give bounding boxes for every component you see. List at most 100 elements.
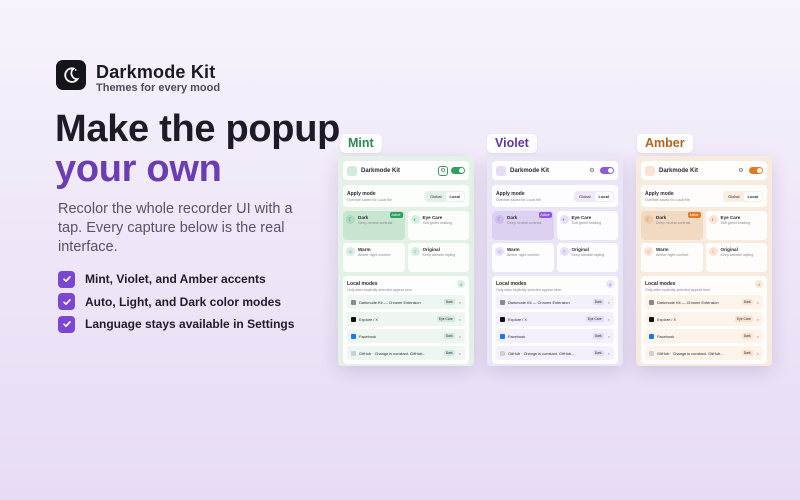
mode-name: Original bbox=[571, 247, 589, 252]
mode-name: Dark bbox=[507, 215, 518, 220]
remove-site-icon[interactable]: × bbox=[608, 351, 610, 356]
site-row[interactable]: GitHub · Change is constant. GitHub... Da… bbox=[347, 346, 465, 360]
headline-line-2: your own bbox=[55, 148, 222, 190]
apply-mode-title: Apply mode bbox=[347, 190, 376, 197]
site-mode-badge[interactable]: Dark bbox=[443, 350, 455, 356]
mode-tile-eye-care[interactable]: ◐ Eye Care Soft green reading bbox=[407, 211, 469, 240]
gear-icon[interactable]: ⚙ bbox=[736, 166, 746, 176]
mode-description: Soft green reading bbox=[571, 221, 602, 225]
popup-preview-amber: Darkmode Kit ⚙ Apply mode Override saved… bbox=[636, 156, 772, 366]
scope-segmented-control[interactable]: Global Local bbox=[573, 190, 614, 202]
mode-tile-eye-care[interactable]: ◐ Eye Care Soft green reading bbox=[705, 211, 767, 240]
mode-icon: ☼ bbox=[644, 247, 653, 256]
apply-mode-row: Apply mode Override saved for Local file… bbox=[641, 185, 767, 207]
site-row[interactable]: Facebook Dark × bbox=[496, 329, 614, 343]
site-row[interactable]: Darkmode Kit — Chrome Extension Dark × bbox=[496, 295, 614, 309]
site-mode-badge[interactable]: Dark bbox=[592, 350, 604, 356]
mode-tile-original[interactable]: ○ Original Keep website styling bbox=[556, 243, 618, 272]
site-mode-badge[interactable]: Dark bbox=[443, 299, 455, 305]
popup-preview-mint: Darkmode Kit ⚙ Apply mode Override saved… bbox=[338, 156, 474, 366]
mode-name: Warm bbox=[507, 247, 520, 252]
power-toggle[interactable] bbox=[600, 167, 614, 174]
scope-segmented-control[interactable]: Global Local bbox=[424, 190, 465, 202]
segment-global[interactable]: Global bbox=[724, 192, 744, 201]
feature-text: Language stays available in Settings bbox=[85, 317, 295, 332]
site-row[interactable]: Facebook Dark × bbox=[347, 329, 465, 343]
mode-tile-dark[interactable]: ☾ Dark Deep neutral contrast Active bbox=[343, 211, 405, 240]
segment-global[interactable]: Global bbox=[575, 192, 595, 201]
site-name: Facebook bbox=[508, 333, 526, 339]
site-mode-badge[interactable]: Dark bbox=[741, 350, 753, 356]
site-row[interactable]: Explore / X Eye Care × bbox=[496, 312, 614, 326]
gear-icon[interactable]: ⚙ bbox=[438, 165, 448, 176]
site-row[interactable]: Facebook Dark × bbox=[645, 329, 763, 343]
site-mode-badge[interactable]: Dark bbox=[741, 299, 753, 305]
remove-site-icon[interactable]: × bbox=[608, 300, 610, 305]
segment-local[interactable]: Local bbox=[594, 191, 613, 201]
site-row[interactable]: GitHub · Change is constant. GitHub... Da… bbox=[645, 346, 763, 360]
mode-icon: ○ bbox=[559, 247, 569, 256]
mode-tile-original[interactable]: ○ Original Keep website styling bbox=[407, 243, 469, 272]
feature-item: Auto, Light, and Dark color modes bbox=[58, 291, 294, 314]
remove-site-icon[interactable]: × bbox=[757, 334, 759, 339]
site-mode-badge[interactable]: Dark bbox=[592, 333, 604, 339]
mode-description: Deep neutral contrast bbox=[507, 221, 542, 225]
site-row[interactable]: Darkmode Kit — Chrome Extension Dark × bbox=[645, 295, 763, 309]
local-modes-title: Local modes bbox=[347, 281, 378, 287]
site-favicon-icon bbox=[500, 333, 505, 339]
power-toggle[interactable] bbox=[451, 167, 465, 174]
site-favicon-icon bbox=[500, 299, 505, 305]
site-row[interactable]: Explore / X Eye Care × bbox=[645, 312, 763, 326]
active-badge: Active bbox=[389, 212, 403, 218]
remove-site-icon[interactable]: × bbox=[757, 317, 759, 322]
segment-global[interactable]: Global bbox=[426, 192, 446, 201]
remove-site-icon[interactable]: × bbox=[608, 334, 610, 339]
theme-label-violet: Violet bbox=[487, 134, 537, 153]
local-count-badge: 4 bbox=[755, 280, 763, 288]
remove-site-icon[interactable]: × bbox=[757, 300, 759, 305]
remove-site-icon[interactable]: × bbox=[459, 334, 461, 339]
moon-icon bbox=[64, 67, 80, 83]
mode-icon: ○ bbox=[708, 247, 718, 256]
site-list: Darkmode Kit — Chrome Extension Dark × Expl… bbox=[496, 295, 614, 360]
mode-tile-eye-care[interactable]: ◐ Eye Care Soft green reading bbox=[556, 211, 618, 240]
remove-site-icon[interactable]: × bbox=[459, 351, 461, 356]
mode-name: Original bbox=[422, 247, 440, 252]
site-favicon-icon bbox=[351, 333, 356, 339]
site-mode-badge[interactable]: Eye Care bbox=[585, 316, 604, 322]
site-favicon-icon bbox=[351, 299, 356, 305]
mode-tile-dark[interactable]: ☾ Dark Deep neutral contrast Active bbox=[641, 211, 703, 240]
mode-icon: ☾ bbox=[644, 215, 653, 224]
power-toggle[interactable] bbox=[749, 167, 763, 174]
site-mode-badge[interactable]: Eye Care bbox=[436, 316, 455, 322]
site-favicon-icon bbox=[649, 299, 654, 305]
mode-icon: ◐ bbox=[708, 215, 718, 224]
remove-site-icon[interactable]: × bbox=[757, 351, 759, 356]
site-row[interactable]: GitHub · Change is constant. GitHub... Da… bbox=[496, 346, 614, 360]
site-mode-badge[interactable]: Dark bbox=[592, 299, 604, 305]
apply-mode-row: Apply mode Override saved for Local file… bbox=[343, 185, 469, 207]
mode-description: Amber night comfort bbox=[656, 253, 689, 257]
apply-mode-subtitle: Override saved for Local file bbox=[347, 197, 392, 202]
mode-icon: ☼ bbox=[346, 247, 355, 256]
site-mode-badge[interactable]: Eye Care bbox=[734, 316, 753, 322]
segment-local[interactable]: Local bbox=[743, 191, 762, 201]
site-mode-badge[interactable]: Dark bbox=[741, 333, 753, 339]
remove-site-icon[interactable]: × bbox=[608, 317, 610, 322]
mode-name: Dark bbox=[656, 215, 667, 220]
mode-tile-dark[interactable]: ☾ Dark Deep neutral contrast Active bbox=[492, 211, 554, 240]
remove-site-icon[interactable]: × bbox=[459, 300, 461, 305]
site-mode-badge[interactable]: Dark bbox=[443, 333, 455, 339]
mode-tile-warm[interactable]: ☼ Warm Amber night comfort bbox=[343, 243, 405, 272]
active-badge: Active bbox=[538, 212, 552, 218]
site-name: Darkmode Kit — Chrome Extension bbox=[359, 299, 421, 305]
site-row[interactable]: Darkmode Kit — Chrome Extension Dark × bbox=[347, 295, 465, 309]
mode-tile-original[interactable]: ○ Original Keep website styling bbox=[705, 243, 767, 272]
segment-local[interactable]: Local bbox=[445, 191, 464, 201]
mode-tile-warm[interactable]: ☼ Warm Amber night comfort bbox=[492, 243, 554, 272]
mode-tile-warm[interactable]: ☼ Warm Amber night comfort bbox=[641, 243, 703, 272]
gear-icon[interactable]: ⚙ bbox=[587, 166, 597, 176]
scope-segmented-control[interactable]: Global Local bbox=[722, 190, 763, 202]
remove-site-icon[interactable]: × bbox=[459, 317, 461, 322]
site-row[interactable]: Explore / X Eye Care × bbox=[347, 312, 465, 326]
